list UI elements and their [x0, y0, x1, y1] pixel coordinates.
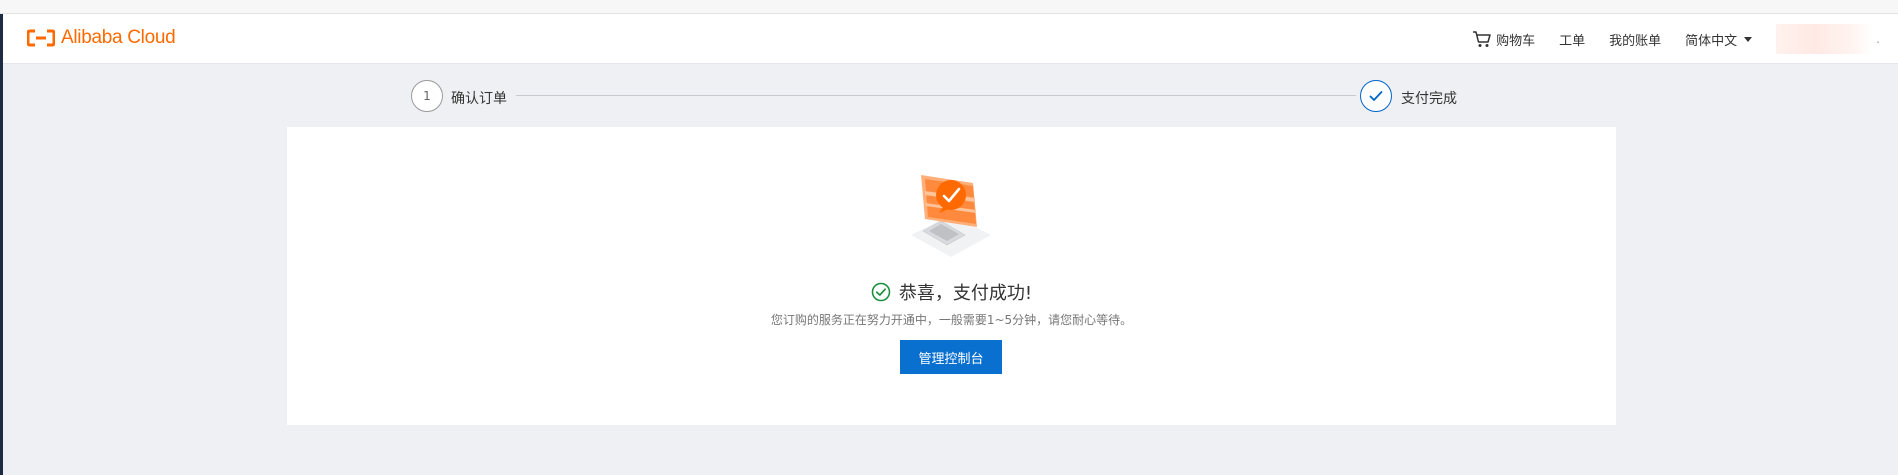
ticket-link[interactable]: 工单	[1559, 30, 1585, 49]
step-connector-line	[516, 95, 1356, 96]
top-header: Alibaba Cloud 购物车 工单 我的账单 简体中文 .	[3, 14, 1898, 64]
step-1-circle: 1	[411, 80, 443, 112]
step-2-label: 支付完成	[1401, 91, 1457, 107]
order-steps: 1 确认订单 支付完成	[411, 80, 1461, 112]
success-heading-row: 恭喜，支付成功!	[287, 279, 1616, 305]
header-nav: 购物车 工单 我的账单 简体中文 .	[1472, 14, 1898, 64]
success-description: 您订购的服务正在努力开通中，一般需要1~5分钟，请您耐心等待。	[770, 313, 1133, 327]
logo-text: Alibaba Cloud	[61, 27, 176, 48]
payment-success-illustration	[911, 175, 991, 257]
bills-label: 我的账单	[1609, 33, 1662, 49]
caret-down-icon	[1744, 36, 1753, 42]
user-account-avatar[interactable]	[1776, 24, 1873, 54]
manage-console-button[interactable]: 管理控制台	[900, 340, 1002, 374]
bills-link[interactable]: 我的账单	[1609, 30, 1661, 49]
shopping-cart-icon	[1473, 31, 1491, 47]
user-suffix: .	[1876, 32, 1880, 46]
window-left-edge	[0, 0, 3, 475]
cart-label: 购物车	[1496, 33, 1536, 49]
success-title: 恭喜，支付成功!	[898, 283, 1033, 304]
ticket-label: 工单	[1559, 33, 1586, 49]
step-2-circle	[1360, 80, 1392, 112]
language-label: 简体中文	[1685, 33, 1738, 49]
step-1-index: 1	[423, 89, 431, 103]
check-circle-icon	[871, 282, 891, 302]
check-icon	[1369, 91, 1383, 101]
browser-bookmarks-strip	[0, 0, 1898, 14]
payment-result-card: 恭喜，支付成功! 您订购的服务正在努力开通中，一般需要1~5分钟，请您耐心等待。…	[287, 127, 1616, 425]
alibaba-logo-icon	[27, 29, 55, 47]
cart-link[interactable]: 购物车	[1472, 30, 1535, 49]
language-dropdown[interactable]: 简体中文	[1685, 30, 1753, 49]
alibaba-cloud-logo[interactable]: Alibaba Cloud	[27, 26, 176, 50]
step-1-label: 确认订单	[451, 91, 507, 107]
